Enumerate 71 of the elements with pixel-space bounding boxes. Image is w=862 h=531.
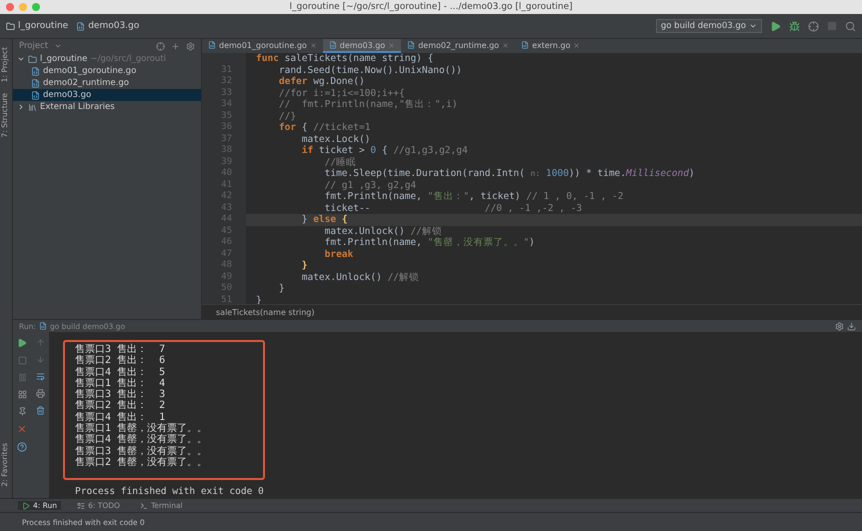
arrow-down-icon[interactable] xyxy=(36,355,44,364)
tree-item[interactable]: demo02_runtime.go xyxy=(13,77,201,89)
help-icon[interactable] xyxy=(17,442,27,452)
layout-icon[interactable] xyxy=(18,390,26,399)
console-line: 售票口3 售出： 7 xyxy=(75,344,166,355)
window-title: l_goroutine [~/go/src/l_goroutine] - .../demo03.go [l_goroutine] xyxy=(289,2,572,12)
expand-all-icon[interactable] xyxy=(171,42,180,50)
print-icon[interactable] xyxy=(36,389,44,398)
file-icon xyxy=(521,41,530,49)
console-line: 售票口4 售出： 5 xyxy=(75,366,166,378)
wrap-icon[interactable] xyxy=(36,372,44,381)
close-icon[interactable] xyxy=(310,42,317,48)
run-icon[interactable] xyxy=(770,20,781,32)
list-icon xyxy=(77,502,86,510)
arrow-up-icon[interactable] xyxy=(36,338,44,347)
console-line: Process finished with exit code 0 xyxy=(74,485,265,498)
tree-item[interactable]: demo03.go xyxy=(13,89,201,101)
tree-item[interactable]: External Libraries xyxy=(13,101,201,113)
console-line: 售票口4 售罄，没有票了。。 xyxy=(75,434,208,446)
editor-tab[interactable]: demo01_goroutine.go xyxy=(202,39,323,53)
settings-icon[interactable] xyxy=(186,42,195,50)
library-icon xyxy=(28,102,37,112)
stop-icon[interactable] xyxy=(18,356,26,365)
settings-icon[interactable] xyxy=(835,322,844,330)
run-config-dropdown[interactable]: go build demo03.go xyxy=(656,19,762,33)
close-icon[interactable] xyxy=(17,424,27,434)
pause-icon[interactable] xyxy=(18,373,26,382)
file-icon xyxy=(31,90,40,100)
console-line: 售票口1 售出： 4 xyxy=(75,378,166,389)
file-icon xyxy=(38,322,47,330)
maximize-icon[interactable] xyxy=(32,3,40,11)
file-icon xyxy=(328,41,337,49)
console-line: 售票口2 售出： 2 xyxy=(75,400,166,412)
debug-icon[interactable] xyxy=(789,20,800,32)
terminal-icon xyxy=(140,502,148,510)
file-icon xyxy=(208,41,216,49)
console-line: 售票口2 售罄，没有票了。。 xyxy=(75,456,208,468)
panel-title[interactable]: Project xyxy=(19,41,48,51)
close-icon[interactable] xyxy=(573,42,580,48)
close-icon[interactable] xyxy=(502,42,510,48)
dropdown-icon[interactable] xyxy=(54,42,62,50)
console-line: 售票口3 售罄，没有票了。。 xyxy=(75,446,208,457)
breadcrumb[interactable]: demo03.go xyxy=(76,21,140,31)
console-line: 售票口4 售出： 1 xyxy=(75,412,166,423)
run-icon[interactable] xyxy=(17,338,27,348)
editor-tab[interactable]: extern.go xyxy=(515,39,586,53)
expand-icon[interactable] xyxy=(17,103,25,111)
tree-item[interactable]: l_goroutine ~/go/src/l_gorouti xyxy=(13,53,201,65)
file-icon xyxy=(31,66,40,76)
close-icon[interactable] xyxy=(6,3,14,11)
file-icon xyxy=(407,41,416,49)
folder-icon xyxy=(28,54,37,64)
editor-tab[interactable]: demo03.go xyxy=(322,39,402,53)
tree-item[interactable]: demo01_goroutine.go xyxy=(13,65,201,77)
trash-icon[interactable] xyxy=(36,406,44,415)
caret-icon xyxy=(749,22,757,30)
pin-icon[interactable] xyxy=(18,407,26,416)
breadcrumb[interactable]: l_goroutine xyxy=(6,21,68,31)
console-line: 售票口3 售出： 3 xyxy=(75,389,166,400)
locate-icon[interactable] xyxy=(156,42,165,50)
code-breadcrumb[interactable]: saleTickets(name string) xyxy=(216,308,314,316)
close-icon[interactable] xyxy=(388,42,396,48)
search-icon[interactable] xyxy=(845,20,856,32)
run-icon xyxy=(22,502,30,510)
folder-icon xyxy=(6,22,15,30)
console-line: 售票口2 售出： 6 xyxy=(75,355,166,366)
console-line: 售票口1 售罄，没有票了。。 xyxy=(75,423,208,434)
expand-icon[interactable] xyxy=(17,55,25,63)
editor-tab[interactable]: demo02_runtime.go xyxy=(401,39,516,53)
file-icon xyxy=(31,78,40,88)
file-icon xyxy=(76,22,86,30)
